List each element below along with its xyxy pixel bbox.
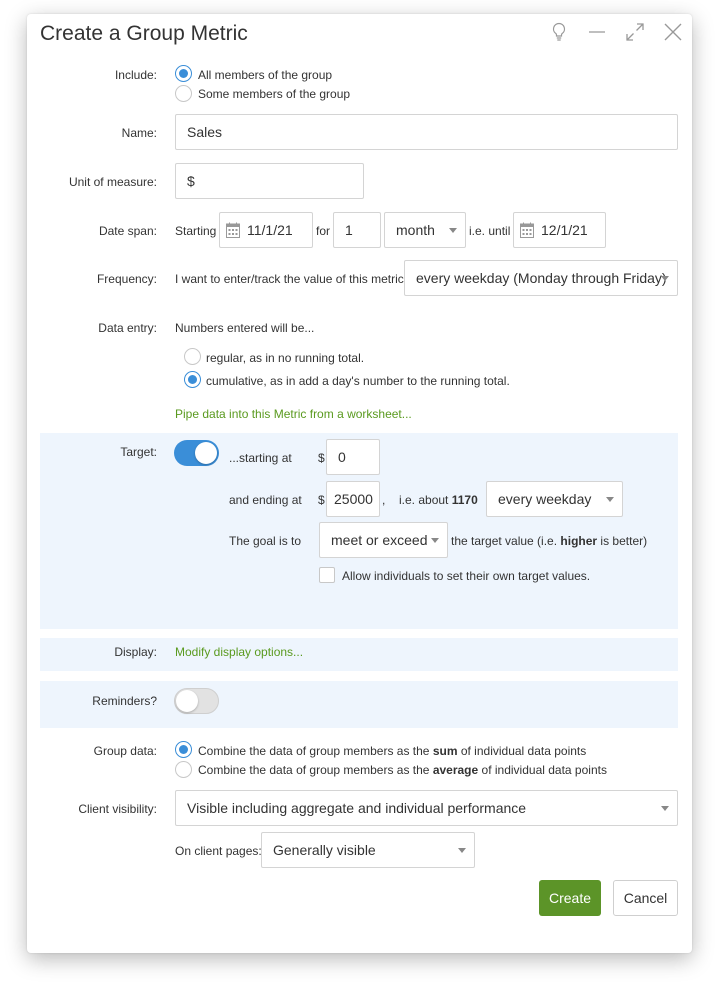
currency-symbol: $ [318, 493, 325, 507]
target-toggle[interactable] [174, 440, 219, 466]
client-pages-select[interactable]: Generally visible [261, 832, 475, 868]
expand-icon[interactable] [623, 20, 647, 44]
chevron-down-icon [661, 276, 669, 281]
group-sum-label: Combine the data of group members as the… [198, 744, 587, 758]
until-text: i.e. until [469, 224, 511, 238]
display-options-link[interactable]: Modify display options... [175, 645, 303, 659]
pipe-data-link[interactable]: Pipe data into this Metric from a worksh… [175, 407, 412, 421]
date-span-label: Date span: [98, 224, 157, 238]
goal-select[interactable]: meet or exceed [319, 522, 448, 558]
end-date-value: 12/1/21 [541, 222, 588, 238]
group-sum-radio[interactable] [175, 741, 192, 758]
allow-individuals-label: Allow individuals to set their own targe… [342, 569, 591, 583]
chevron-down-icon [431, 538, 439, 543]
create-metric-dialog: Create a Group Metric Include: All membe… [27, 14, 692, 953]
include-all-radio[interactable] [175, 65, 192, 82]
name-label: Name: [121, 126, 157, 140]
cumulative-radio[interactable] [184, 371, 201, 388]
dialog-title: Create a Group Metric [40, 22, 248, 45]
frequency-label: Frequency: [96, 272, 157, 286]
group-average-radio[interactable] [175, 761, 192, 778]
include-label: Include: [114, 68, 157, 82]
period-select[interactable]: month [384, 212, 466, 248]
reminders-label: Reminders? [92, 694, 157, 708]
frequency-text: I want to enter/track the value of this … [175, 272, 404, 286]
starting-at-text: ...starting at [229, 451, 292, 465]
client-pages-label: On client pages: [175, 844, 262, 858]
frequency-select[interactable]: every weekday (Monday through Friday) [404, 260, 678, 296]
cancel-button[interactable]: Cancel [613, 880, 678, 916]
allow-individuals-checkbox[interactable] [319, 567, 335, 583]
calendar-icon [520, 222, 534, 238]
chevron-down-icon [449, 228, 457, 233]
include-some-radio[interactable] [175, 85, 192, 102]
regular-label: regular, as in no running total. [206, 351, 365, 365]
start-date-value: 11/1/21 [247, 222, 293, 238]
group-data-label: Group data: [93, 744, 157, 758]
chevron-down-icon [458, 848, 466, 853]
unit-label: Unit of measure: [68, 175, 157, 189]
period-count-input[interactable]: 1 [333, 212, 381, 248]
lightbulb-icon[interactable] [547, 20, 571, 44]
target-label: Target: [120, 445, 157, 459]
reminders-toggle[interactable] [174, 688, 219, 714]
about-period-select[interactable]: every weekday [486, 481, 623, 517]
comma-text: , [382, 493, 386, 507]
client-visibility-value: Visible including aggregate and individu… [187, 800, 527, 816]
regular-radio[interactable] [184, 348, 201, 365]
about-period-value: every weekday [498, 491, 592, 507]
include-all-label: All members of the group [198, 68, 333, 82]
display-label: Display: [114, 645, 157, 659]
calendar-icon [226, 222, 240, 238]
starting-text: Starting [175, 224, 217, 238]
group-average-label: Combine the data of group members as the… [198, 763, 607, 777]
include-some-label: Some members of the group [198, 87, 351, 101]
chevron-down-icon [606, 497, 614, 502]
frequency-value: every weekday (Monday through Friday) [416, 270, 667, 286]
target-start-input[interactable]: 0 [326, 439, 380, 475]
data-entry-label: Data entry: [98, 321, 157, 335]
start-date-input[interactable]: 11/1/21 [219, 212, 313, 248]
data-entry-intro: Numbers entered will be... [175, 321, 315, 335]
close-icon[interactable] [661, 20, 685, 44]
ending-at-text: and ending at [229, 493, 302, 507]
goal-value: meet or exceed [331, 532, 428, 548]
name-input[interactable]: Sales [175, 114, 678, 150]
minimize-icon[interactable] [585, 20, 609, 44]
client-visibility-select[interactable]: Visible including aggregate and individu… [175, 790, 678, 826]
cumulative-label: cumulative, as in add a day's number to … [206, 374, 510, 388]
create-button[interactable]: Create [539, 880, 601, 916]
currency-symbol: $ [318, 451, 325, 465]
about-value: 1170 [451, 493, 478, 507]
chevron-down-icon [661, 806, 669, 811]
end-date-input[interactable]: 12/1/21 [513, 212, 606, 248]
target-end-input[interactable]: 25000 [326, 481, 380, 517]
for-text: for [316, 224, 331, 238]
goal-text: The goal is to [229, 534, 302, 548]
goal-suffix: the target value (i.e. higher is better) [451, 534, 648, 548]
client-visibility-label: Client visibility: [78, 802, 157, 816]
unit-input[interactable]: $ [175, 163, 364, 199]
client-pages-value: Generally visible [273, 842, 376, 858]
period-value: month [396, 222, 435, 238]
about-text: i.e. about 1170 [399, 493, 478, 507]
